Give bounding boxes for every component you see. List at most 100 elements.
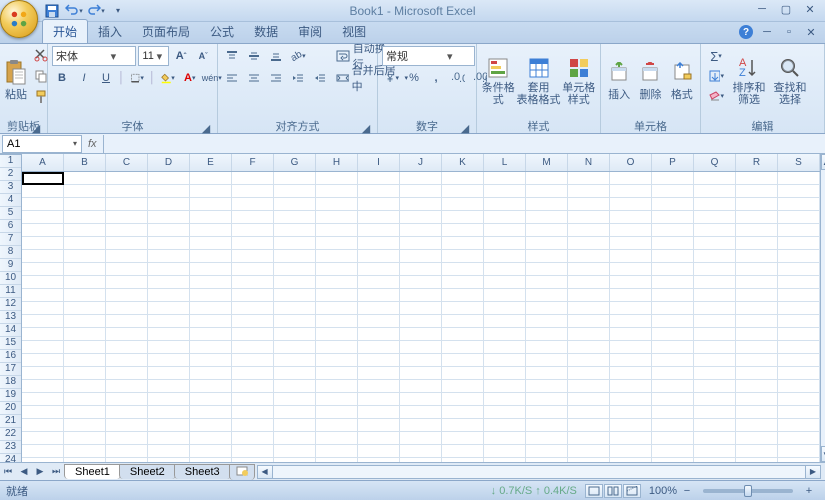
row-header-13[interactable]: 13 (0, 311, 21, 324)
col-header-C[interactable]: C (106, 154, 148, 171)
sheet-tab-3[interactable]: Sheet3 (174, 464, 231, 479)
fx-icon[interactable]: fx (82, 138, 103, 150)
conditional-format-button[interactable]: 条件格式 (481, 46, 516, 116)
col-header-R[interactable]: R (736, 154, 778, 171)
row-header-9[interactable]: 9 (0, 259, 21, 272)
col-header-M[interactable]: M (526, 154, 568, 171)
scroll-down-button[interactable]: ▼ (821, 446, 825, 462)
mdi-restore[interactable]: ▫ (781, 25, 797, 39)
col-header-A[interactable]: A (22, 154, 64, 171)
new-sheet-button[interactable] (229, 464, 255, 480)
delete-cells-button[interactable]: 删除 (636, 46, 664, 116)
accounting-format-button[interactable]: ¥▾ (382, 68, 402, 88)
formula-input[interactable] (103, 135, 825, 153)
zoom-slider[interactable] (703, 489, 793, 493)
row-header-18[interactable]: 18 (0, 376, 21, 389)
clipboard-launcher[interactable]: ◢ (31, 122, 41, 132)
next-sheet-button[interactable]: ▶ (32, 464, 48, 480)
scroll-left-button[interactable]: ◀ (257, 465, 273, 479)
font-name-combo[interactable]: 宋体▾ (52, 46, 136, 66)
row-header-8[interactable]: 8 (0, 246, 21, 259)
tab-layout[interactable]: 页面布局 (132, 20, 200, 43)
row-header-14[interactable]: 14 (0, 324, 21, 337)
tab-insert[interactable]: 插入 (88, 20, 132, 43)
row-header-22[interactable]: 22 (0, 428, 21, 441)
horizontal-scrollbar[interactable]: ◀ ▶ (257, 465, 821, 479)
qat-customize[interactable]: ▾ (108, 2, 128, 20)
close-button[interactable]: ✕ (799, 2, 821, 16)
row-header-19[interactable]: 19 (0, 389, 21, 402)
orientation-button[interactable]: ab▾ (288, 46, 309, 66)
save-button[interactable] (42, 2, 62, 20)
bold-button[interactable]: B (52, 68, 72, 88)
col-header-I[interactable]: I (358, 154, 400, 171)
help-icon[interactable]: ? (739, 25, 753, 39)
increase-decimal-button[interactable]: .0.00 (448, 68, 468, 88)
find-select-button[interactable]: 查找和 选择 (771, 46, 809, 116)
row-header-10[interactable]: 10 (0, 272, 21, 285)
col-header-F[interactable]: F (232, 154, 274, 171)
tab-review[interactable]: 审阅 (288, 20, 332, 43)
redo-button[interactable]: ▾ (86, 2, 106, 20)
font-color-button[interactable]: A▾ (180, 68, 200, 88)
col-header-L[interactable]: L (484, 154, 526, 171)
col-header-G[interactable]: G (274, 154, 316, 171)
italic-button[interactable]: I (74, 68, 94, 88)
first-sheet-button[interactable]: ⏮ (0, 464, 16, 480)
align-middle-button[interactable] (244, 46, 264, 66)
font-size-combo[interactable]: 11▾ (138, 46, 169, 66)
underline-button[interactable]: U (96, 68, 116, 88)
col-header-B[interactable]: B (64, 154, 106, 171)
zoom-level[interactable]: 100% (649, 485, 677, 497)
row-header-16[interactable]: 16 (0, 350, 21, 363)
row-header-15[interactable]: 15 (0, 337, 21, 350)
paste-button[interactable]: 粘贴 (4, 46, 28, 116)
col-header-P[interactable]: P (652, 154, 694, 171)
fill-color-button[interactable]: ▾ (158, 68, 178, 88)
normal-view-button[interactable] (585, 484, 603, 498)
name-box[interactable]: A1▾ (2, 135, 82, 153)
col-header-E[interactable]: E (190, 154, 232, 171)
increase-indent-button[interactable] (310, 68, 330, 88)
row-header-11[interactable]: 11 (0, 285, 21, 298)
row-header-12[interactable]: 12 (0, 298, 21, 311)
row-header-3[interactable]: 3 (0, 181, 21, 194)
format-cells-button[interactable]: 格式 (668, 46, 696, 116)
row-header-21[interactable]: 21 (0, 415, 21, 428)
format-table-button[interactable]: 套用 表格格式 (519, 46, 559, 116)
align-left-button[interactable] (222, 68, 242, 88)
row-header-17[interactable]: 17 (0, 363, 21, 376)
mdi-minimize[interactable]: ─ (759, 25, 775, 39)
autosum-button[interactable]: Σ▾ (705, 46, 727, 66)
zoom-in-button[interactable]: + (799, 481, 819, 501)
page-break-view-button[interactable] (623, 484, 641, 498)
scroll-up-button[interactable]: ▲ (821, 154, 825, 170)
row-header-7[interactable]: 7 (0, 233, 21, 246)
insert-cells-button[interactable]: 插入 (605, 46, 633, 116)
row-header-6[interactable]: 6 (0, 220, 21, 233)
tab-home[interactable]: 开始 (42, 19, 88, 43)
tab-view[interactable]: 视图 (332, 20, 376, 43)
fill-button[interactable]: ▾ (705, 66, 727, 86)
align-bottom-button[interactable] (266, 46, 286, 66)
border-button[interactable]: ▾ (127, 68, 147, 88)
col-header-K[interactable]: K (442, 154, 484, 171)
shrink-font-button[interactable]: Aˇ (193, 46, 213, 66)
minimize-button[interactable]: ─ (751, 2, 773, 16)
percent-button[interactable]: % (404, 68, 424, 88)
sheet-tab-1[interactable]: Sheet1 (64, 464, 121, 479)
cells-area[interactable] (22, 172, 820, 462)
cell-styles-button[interactable]: 单元格 样式 (562, 46, 597, 116)
col-header-N[interactable]: N (568, 154, 610, 171)
last-sheet-button[interactable]: ⏭ (48, 464, 64, 480)
col-header-O[interactable]: O (610, 154, 652, 171)
align-right-button[interactable] (266, 68, 286, 88)
row-header-4[interactable]: 4 (0, 194, 21, 207)
row-header-20[interactable]: 20 (0, 402, 21, 415)
align-center-button[interactable] (244, 68, 264, 88)
zoom-out-button[interactable]: − (677, 481, 697, 501)
undo-button[interactable]: ▾ (64, 2, 84, 20)
row-header-24[interactable]: 24 (0, 454, 21, 462)
clear-button[interactable]: ▾ (705, 86, 727, 106)
maximize-button[interactable]: ▢ (775, 2, 797, 16)
